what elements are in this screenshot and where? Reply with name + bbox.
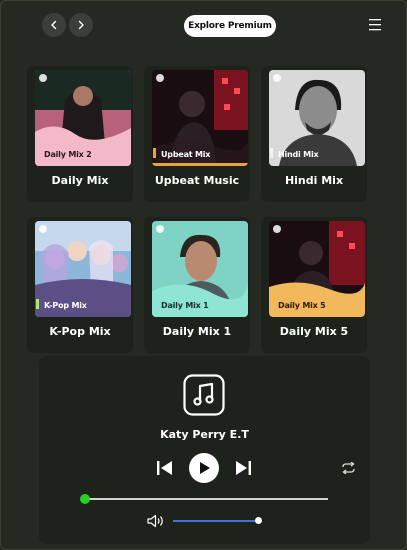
playlist-card-daily-mix-1[interactable]: Daily Mix 1 Daily Mix 1 <box>144 217 250 353</box>
playlist-card-hindi-mix[interactable]: Hindi Mix Hindi Mix <box>261 66 367 202</box>
playlist-card-daily-mix[interactable]: Daily Mix 2 Daily Mix <box>27 66 133 202</box>
spotify-icon <box>156 225 164 233</box>
cover-accent-stripe <box>152 163 248 166</box>
progress-knob[interactable] <box>80 494 90 504</box>
card-title: Daily Mix <box>51 174 109 187</box>
volume-icon[interactable] <box>147 514 166 528</box>
cover-accent-bar <box>36 299 39 309</box>
next-track-icon[interactable] <box>234 460 252 476</box>
cover-label: Hindi Mix <box>278 150 319 159</box>
cover-label: Daily Mix 1 <box>161 301 209 310</box>
cover-accent-bar <box>153 148 156 158</box>
back-button[interactable] <box>42 13 66 37</box>
previous-track-icon[interactable] <box>156 460 174 476</box>
cover-art: Daily Mix 5 <box>269 221 365 317</box>
play-icon <box>200 462 210 474</box>
explore-premium-button[interactable]: Explore Premium <box>184 15 276 37</box>
spotify-icon <box>273 74 281 82</box>
spotify-icon <box>156 74 164 82</box>
card-title: K-Pop Mix <box>49 325 111 338</box>
cover-label: K-Pop Mix <box>44 301 87 310</box>
volume-slider[interactable] <box>173 520 259 522</box>
forward-button[interactable] <box>69 13 93 37</box>
progress-bar[interactable] <box>85 498 328 500</box>
cover-art: Upbeat Mix <box>152 70 248 166</box>
spotify-icon <box>39 225 47 233</box>
chevron-right-icon <box>78 20 84 30</box>
volume-knob[interactable] <box>255 517 262 524</box>
cover-art: Daily Mix 1 <box>152 221 248 317</box>
chevron-left-icon <box>51 20 57 30</box>
playlist-card-kpop-mix[interactable]: K-Pop Mix K-Pop Mix <box>27 217 133 353</box>
spotify-icon <box>39 74 47 82</box>
play-button[interactable] <box>189 453 219 483</box>
cover-label: Daily Mix 5 <box>278 301 326 310</box>
card-title: Daily Mix 5 <box>279 325 349 338</box>
repeat-icon[interactable] <box>341 462 356 474</box>
card-title: Upbeat Music <box>154 174 240 187</box>
playlist-card-daily-mix-5[interactable]: Daily Mix 5 Daily Mix 5 <box>261 217 367 353</box>
song-title: Katy Perry E.T <box>160 428 249 441</box>
cover-accent-bar <box>270 148 273 158</box>
hamburger-menu-icon[interactable] <box>368 18 382 31</box>
cover-art: Daily Mix 2 <box>35 70 131 166</box>
music-note-icon <box>183 374 225 416</box>
cover-art: Hindi Mix <box>269 70 365 166</box>
card-title: Hindi Mix <box>284 174 344 187</box>
spotify-icon <box>273 225 281 233</box>
playlist-card-upbeat-music[interactable]: Upbeat Mix Upbeat Music <box>144 66 250 202</box>
now-playing-panel: Katy Perry E.T <box>39 356 370 544</box>
card-title: Daily Mix 1 <box>162 325 232 338</box>
cover-art: K-Pop Mix <box>35 221 131 317</box>
cover-label: Upbeat Mix <box>161 150 211 159</box>
cover-label: Daily Mix 2 <box>44 150 92 159</box>
